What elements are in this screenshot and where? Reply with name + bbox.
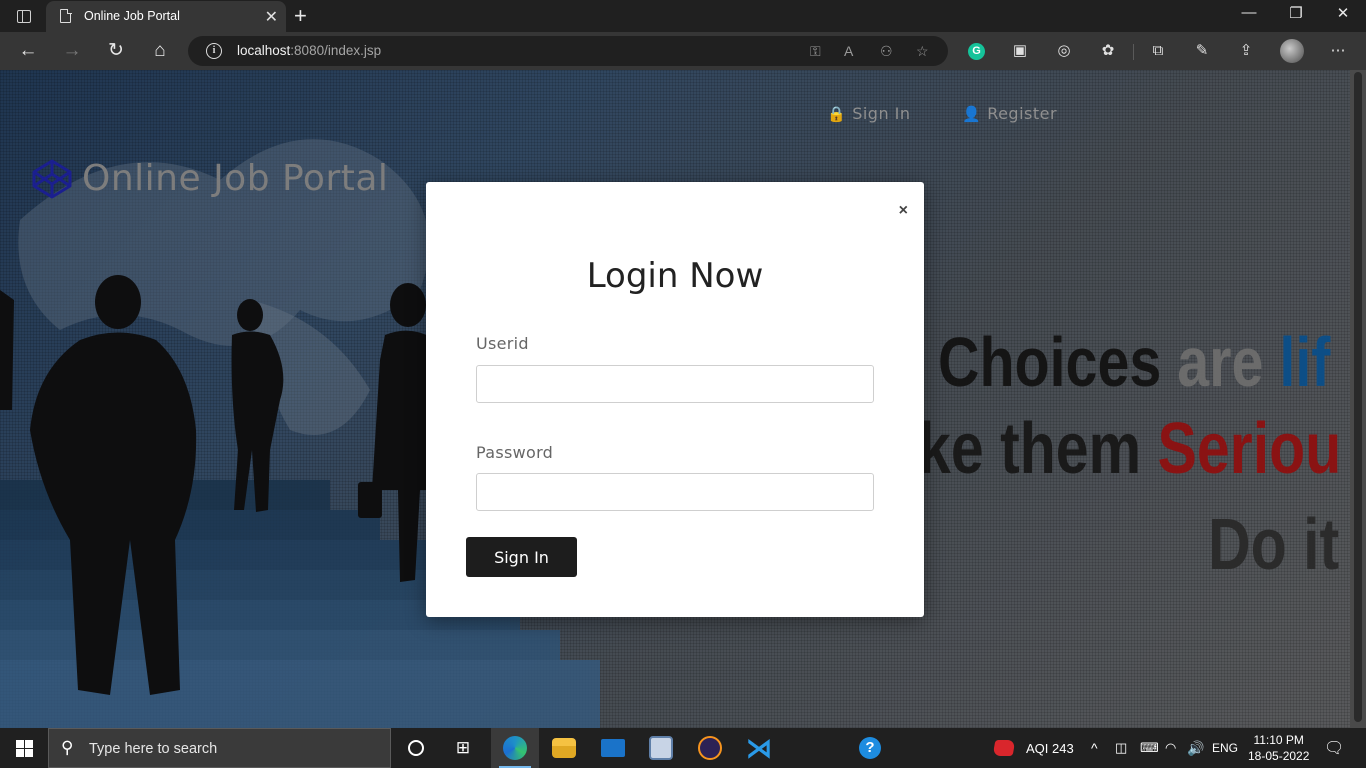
cortana-icon[interactable] — [396, 728, 436, 768]
start-button[interactable] — [0, 728, 48, 768]
browser-tab[interactable]: Online Job Portal ✕ — [46, 1, 286, 32]
clock[interactable]: 11:10 PM 18-05-2022 — [1248, 728, 1309, 768]
taskbar-app-monitor[interactable] — [637, 728, 685, 768]
nav-register-link[interactable]: 👤 Register — [962, 104, 1057, 123]
close-tab-icon[interactable]: ✕ — [265, 7, 278, 27]
show-hidden-icons[interactable]: ^ — [1091, 728, 1098, 768]
taskbar-help[interactable]: ? — [846, 728, 894, 768]
site-brand[interactable]: Online Job Portal — [32, 158, 388, 199]
network-icon[interactable]: ◠ — [1165, 728, 1176, 768]
edge-icon — [503, 736, 527, 760]
nav-signin-link[interactable]: 🔒 Sign In — [827, 104, 911, 123]
monitor-app-icon — [649, 736, 673, 760]
more-menu-icon[interactable]: ⋯ — [1328, 41, 1348, 61]
task-view-icon[interactable]: ⊞ — [443, 728, 483, 768]
windows-logo-icon — [15, 739, 33, 757]
key-icon[interactable]: ⚿ — [810, 43, 821, 60]
taskbar-mail[interactable] — [589, 728, 637, 768]
mail-icon — [601, 739, 625, 757]
tab-title: Online Job Portal — [84, 9, 180, 23]
read-aloud-icon[interactable]: A — [844, 43, 853, 59]
taskbar-vscode[interactable]: ⋊ — [735, 728, 783, 768]
aqi-text: AQI 243 — [1026, 740, 1074, 756]
browser-toolbar: ← → ↻ ⌂ i localhost:8080/index.jsp ⚿ A ⚇… — [0, 32, 1366, 70]
language-indicator[interactable]: ENG — [1212, 728, 1238, 768]
windows-taskbar: ⚲ Type here to search ⊞ ⋊ ? AQI 243 ^ ◫ … — [0, 728, 1366, 768]
profile-avatar[interactable] — [1280, 39, 1304, 63]
taskbar-edge[interactable] — [491, 728, 539, 768]
minimize-icon[interactable]: — — [1226, 4, 1272, 21]
page-scrollbar[interactable] — [1350, 70, 1366, 728]
brand-name: Online Job Portal — [82, 158, 389, 199]
url-text[interactable]: localhost:8080/index.jsp — [237, 43, 381, 58]
userid-input[interactable] — [476, 365, 874, 403]
signin-button[interactable]: Sign In — [466, 537, 577, 577]
permissions-icon[interactable]: ⚇ — [880, 43, 893, 60]
extensions-icon[interactable]: ✿ — [1098, 41, 1118, 61]
web-capture-icon[interactable]: ✎ — [1192, 41, 1212, 61]
volume-icon[interactable]: 🔊 — [1187, 728, 1204, 768]
hero-line-1: Choices are lif — [938, 323, 1331, 401]
hero-line-2: ke them Seriou — [918, 409, 1342, 489]
taskbar-eclipse[interactable] — [686, 728, 734, 768]
scrollbar-thumb[interactable] — [1354, 72, 1362, 722]
home-icon[interactable]: ⌂ — [148, 40, 172, 62]
meet-now-icon[interactable]: ◫ — [1115, 728, 1127, 768]
password-input[interactable] — [476, 473, 874, 511]
search-placeholder: Type here to search — [89, 741, 218, 757]
browser-tab-bar: Online Job Portal ✕ + — ❐ ✕ — [0, 0, 1366, 32]
userid-label: Userid — [476, 334, 529, 353]
notifications-icon[interactable]: 🗨 — [1324, 728, 1344, 768]
weather-widget[interactable]: AQI 243 — [992, 728, 1074, 768]
favorite-icon[interactable]: ☆ — [916, 43, 929, 60]
close-window-icon[interactable]: ✕ — [1320, 4, 1366, 22]
restore-icon[interactable]: ❐ — [1273, 4, 1319, 22]
refresh-icon[interactable]: ↻ — [104, 40, 128, 62]
share-icon[interactable]: ⇪ — [1236, 41, 1256, 61]
aqi-icon — [992, 740, 1016, 756]
password-label: Password — [476, 443, 554, 462]
user-icon: 👤 — [962, 105, 982, 123]
folder-icon — [552, 738, 576, 758]
site-info-icon[interactable]: i — [206, 43, 222, 59]
vscode-icon: ⋊ — [746, 732, 772, 763]
modal-title: Login Now — [586, 256, 764, 296]
codepen-logo-icon — [32, 159, 72, 198]
address-bar[interactable]: i localhost:8080/index.jsp ⚿ A ⚇ ☆ — [188, 36, 948, 66]
login-modal: × Login Now Userid Password Sign In — [426, 182, 924, 617]
tab-actions-icon[interactable] — [10, 6, 38, 26]
clock-time: 11:10 PM — [1253, 733, 1304, 747]
clock-date: 18-05-2022 — [1248, 749, 1310, 763]
taskbar-file-explorer[interactable] — [540, 728, 588, 768]
back-icon[interactable]: ← — [16, 40, 40, 62]
extension-red-icon[interactable]: ▣ — [1010, 41, 1030, 61]
search-icon: ⚲ — [61, 738, 74, 757]
hero-line-3: Do it — [1208, 505, 1340, 585]
target-icon[interactable]: ◎ — [1054, 41, 1074, 61]
lock-icon: 🔒 — [827, 105, 847, 123]
eclipse-icon — [698, 736, 722, 760]
input-indicator-icon[interactable]: ⌨ — [1140, 728, 1159, 768]
collections-icon[interactable]: ⧉ — [1148, 41, 1168, 61]
close-modal-icon[interactable]: × — [899, 202, 908, 220]
page-favicon-icon — [60, 8, 72, 23]
taskbar-search-box[interactable]: ⚲ Type here to search — [48, 728, 391, 768]
forward-icon[interactable]: → — [60, 40, 84, 62]
new-tab-icon[interactable]: + — [294, 3, 307, 29]
toolbar-divider — [1133, 44, 1134, 60]
grammarly-icon[interactable]: G — [968, 43, 985, 60]
help-icon: ? — [859, 737, 881, 759]
